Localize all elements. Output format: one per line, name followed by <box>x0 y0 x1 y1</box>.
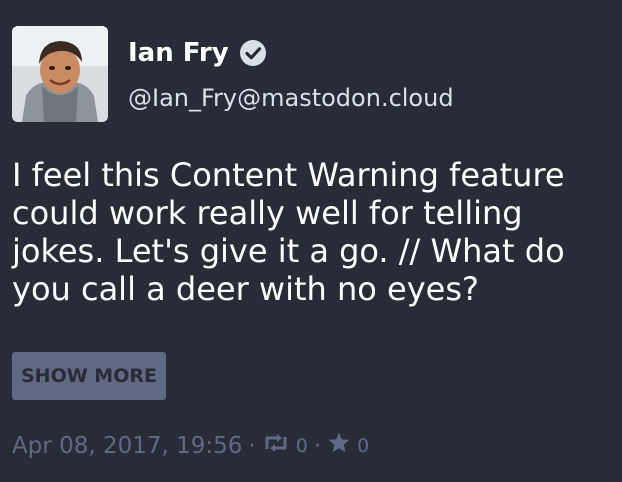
star-icon <box>327 431 351 461</box>
status-meta: Apr 08, 2017, 19:56 · 0 · 0 <box>12 430 369 462</box>
avatar-image <box>12 26 108 122</box>
status-card: Ian Fry @Ian_Fry@mastodon.cloud I feel t… <box>0 0 622 482</box>
display-name-text: Ian Fry <box>128 38 229 68</box>
retweet-icon <box>262 432 290 460</box>
status-timestamp[interactable]: Apr 08, 2017, 19:56 <box>12 433 242 459</box>
content-warning-text: I feel this Content Warning feature coul… <box>12 156 565 308</box>
reblogs-count: 0 <box>295 435 308 457</box>
favourites-count: 0 <box>357 435 370 457</box>
display-name[interactable]: Ian Fry <box>128 33 267 73</box>
account-handle[interactable]: @Ian_Fry@mastodon.cloud <box>128 84 454 112</box>
meta-separator: · <box>248 433 256 459</box>
verified-check-icon <box>239 39 267 67</box>
avatar[interactable] <box>12 26 108 122</box>
meta-separator: · <box>313 433 322 459</box>
show-more-button[interactable]: SHOW MORE <box>12 352 166 400</box>
